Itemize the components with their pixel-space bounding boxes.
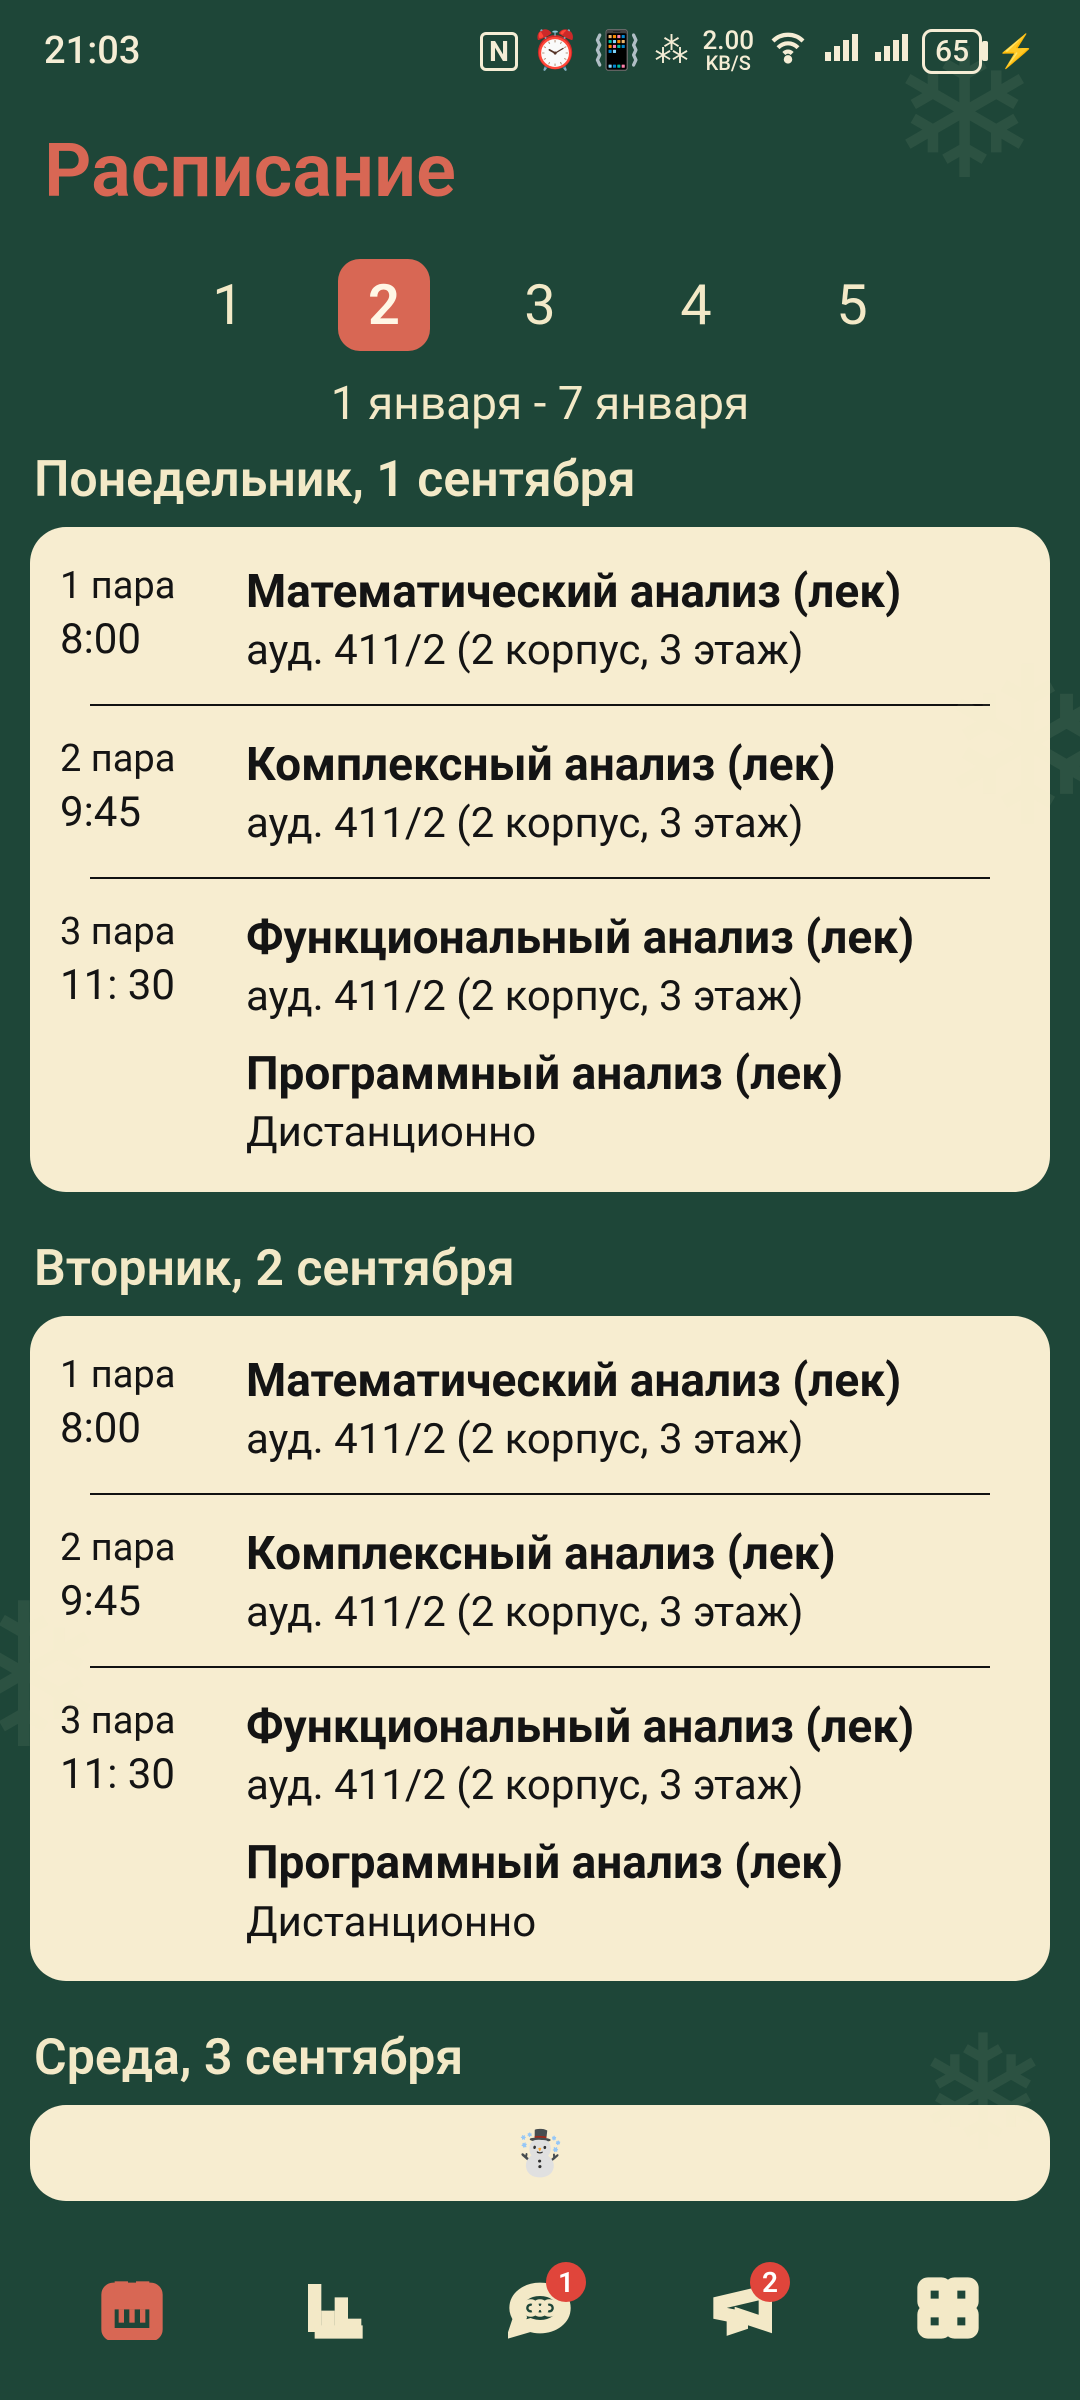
week-tab-3[interactable]: 3	[494, 259, 586, 351]
page-title: Расписание	[0, 88, 1080, 225]
status-bar: 21:03 N ⏰ 📳 ⁂ 2.00 KB/S 65 ⚡	[0, 0, 1080, 88]
lesson-row[interactable]: 1 пара 8:00 Математический анализ (лек) …	[30, 533, 1050, 704]
calendar-icon	[100, 2276, 164, 2340]
bottom-nav: 1 2	[0, 2240, 1080, 2400]
nav-stats[interactable]	[296, 2268, 376, 2348]
status-right: N ⏰ 📳 ⁂ 2.00 KB/S 65 ⚡	[480, 26, 1036, 76]
lesson-row[interactable]: 2 пара 9:45 Комплексный анализ (лек) ауд…	[30, 1495, 1050, 1666]
day-card-wed-empty[interactable]: ☃️	[30, 2105, 1050, 2201]
lesson-time-col: 3 пара 11: 30	[60, 907, 228, 1163]
lesson-row[interactable]: 2 пара 9:45 Комплексный анализ (лек) ауд…	[30, 706, 1050, 877]
week-tab-1[interactable]: 1	[182, 259, 274, 351]
week-tab-4[interactable]: 4	[650, 259, 742, 351]
lesson-body: Математический анализ (лек) ауд. 411/2 (…	[246, 561, 1020, 680]
day-header-mon: Понедельник, 1 сентября	[0, 437, 1080, 527]
alarm-icon: ⏰	[532, 29, 579, 73]
lesson-body: Комплексный анализ (лек) ауд. 411/2 (2 к…	[246, 1523, 1020, 1642]
lesson-row[interactable]: 3 пара 11: 30 Функциональный анализ (лек…	[30, 879, 1050, 1187]
wifi-icon	[768, 26, 808, 76]
bluetooth-icon: ⁂	[654, 31, 688, 71]
vibrate-icon: 📳	[593, 29, 640, 73]
nav-chat[interactable]: 1	[500, 2268, 580, 2348]
network-speed: 2.00 KB/S	[702, 30, 754, 71]
lesson-body: Комплексный анализ (лек) ауд. 411/2 (2 к…	[246, 734, 1020, 853]
snowman-icon: ☃️	[513, 2127, 568, 2179]
signal-icon-2	[872, 28, 908, 74]
battery-indicator: 65	[922, 29, 982, 74]
lesson-time-col: 2 пара 9:45	[60, 734, 228, 853]
day-header-tue: Вторник, 2 сентября	[0, 1226, 1080, 1316]
date-range: 1 января - 7 января	[0, 359, 1080, 437]
day-card-tue: 1 пара 8:00 Математический анализ (лек) …	[30, 1316, 1050, 1981]
status-time: 21:03	[44, 29, 140, 73]
nav-announce[interactable]: 2	[704, 2268, 784, 2348]
bar-chart-icon	[304, 2276, 368, 2340]
nav-apps[interactable]	[908, 2268, 988, 2348]
day-header-wed: Среда, 3 сентября	[0, 2015, 1080, 2105]
lesson-body: Функциональный анализ (лек) ауд. 411/2 (…	[246, 1696, 1020, 1952]
week-tabs: 1 2 3 4 5	[0, 225, 1080, 359]
nfc-icon: N	[480, 32, 518, 71]
nav-schedule[interactable]	[92, 2268, 172, 2348]
day-card-mon: 1 пара 8:00 Математический анализ (лек) …	[30, 527, 1050, 1192]
lesson-time-col: 1 пара 8:00	[60, 561, 228, 680]
lesson-time-col: 1 пара 8:00	[60, 1350, 228, 1469]
lesson-time-col: 3 пара 11: 30	[60, 1696, 228, 1952]
lesson-body: Математический анализ (лек) ауд. 411/2 (…	[246, 1350, 1020, 1469]
lesson-row[interactable]: 3 пара 11: 30 Функциональный анализ (лек…	[30, 1668, 1050, 1976]
week-tab-2[interactable]: 2	[338, 259, 430, 351]
lesson-row[interactable]: 1 пара 8:00 Математический анализ (лек) …	[30, 1322, 1050, 1493]
announce-badge: 2	[750, 2262, 790, 2302]
chat-badge: 1	[546, 2262, 586, 2302]
grid-icon	[916, 2276, 980, 2340]
signal-icon-1	[822, 28, 858, 74]
lesson-time-col: 2 пара 9:45	[60, 1523, 228, 1642]
lesson-body: Функциональный анализ (лек) ауд. 411/2 (…	[246, 907, 1020, 1163]
week-tab-5[interactable]: 5	[806, 259, 898, 351]
charging-icon: ⚡	[996, 32, 1036, 70]
